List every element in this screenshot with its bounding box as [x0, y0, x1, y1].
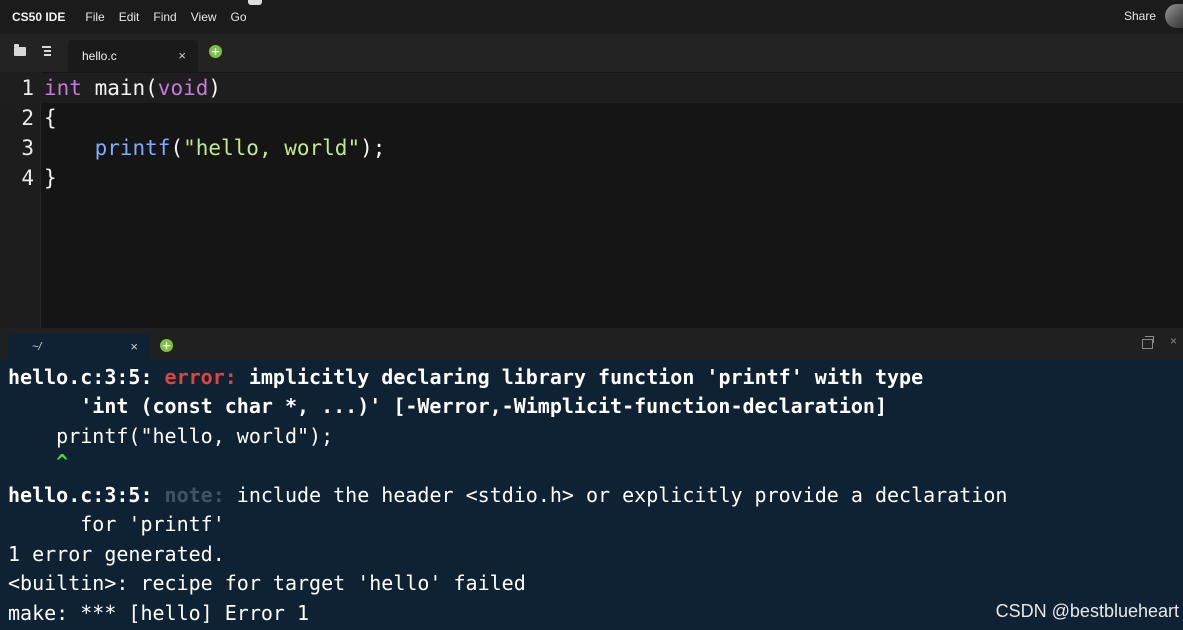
line-number: 1: [21, 76, 34, 100]
editor-tab-bar: hello.c × +: [0, 34, 1183, 72]
close-icon[interactable]: ×: [178, 48, 186, 63]
code-line[interactable]: 2{: [0, 103, 1183, 133]
menu-edit[interactable]: Edit: [119, 10, 140, 24]
terminal-line: for 'printf': [8, 512, 225, 536]
app-title: CS50 IDE: [12, 10, 66, 24]
line-number: 4: [21, 166, 34, 190]
code-line[interactable]: 1 int main(void): [0, 73, 1183, 103]
menu-bar: CS50 IDE File Edit Find View Go Share: [0, 0, 1183, 34]
code-text: {: [44, 106, 57, 130]
code-text: }: [44, 166, 57, 190]
add-terminal-icon[interactable]: +: [160, 339, 173, 352]
code-text: printf("hello, world");: [94, 136, 386, 160]
menu-go[interactable]: Go: [231, 10, 247, 24]
restore-icon[interactable]: [1142, 336, 1154, 349]
folder-icon[interactable]: [14, 44, 26, 56]
terminal-tab-bar: ~/ × + ×: [0, 328, 1183, 360]
ide-window: CS50 IDE File Edit Find View Go Share he…: [0, 0, 1183, 630]
close-icon[interactable]: ×: [130, 339, 138, 354]
menu-find[interactable]: Find: [153, 10, 176, 24]
terminal-line: 'int (const char *, ...)' [-Werror,-Wimp…: [8, 394, 887, 418]
terminal-line: <builtin>: recipe for target 'hello' fai…: [8, 571, 526, 595]
terminal-line: hello.c:3:5: error: implicitly declaring…: [8, 365, 924, 389]
code-line[interactable]: 3 printf("hello, world");: [0, 133, 1183, 163]
menu-view[interactable]: View: [191, 10, 217, 24]
terminal-line: 1 error generated.: [8, 542, 225, 566]
line-number: 3: [21, 136, 34, 160]
menu-file[interactable]: File: [85, 10, 104, 24]
menu-indicator: [248, 0, 262, 5]
line-number: 2: [21, 106, 34, 130]
terminal-line: ^: [8, 450, 69, 474]
terminal-line: make: *** [hello] Error 1: [8, 601, 310, 625]
code-text: int main(void): [44, 76, 222, 100]
close-panel-icon[interactable]: ×: [1170, 334, 1177, 348]
avatar[interactable]: [1165, 4, 1183, 28]
code-line[interactable]: 4}: [0, 163, 1183, 193]
share-button[interactable]: Share: [1124, 9, 1156, 23]
add-tab-icon[interactable]: +: [209, 45, 222, 58]
tab-terminal[interactable]: ~/ ×: [8, 334, 150, 360]
tab-label: ~/: [32, 341, 42, 353]
terminal-output[interactable]: hello.c:3:5: error: implicitly declaring…: [0, 360, 1183, 630]
terminal-line: printf("hello, world");: [8, 424, 334, 448]
tab-label: hello.c: [82, 49, 117, 63]
terminal-line: hello.c:3:5: note: include the header <s…: [8, 483, 1008, 507]
code-editor[interactable]: 1 int main(void) 2{3 printf("hello, world"…: [0, 72, 1183, 328]
outline-icon[interactable]: [40, 45, 52, 57]
tab-hello-c[interactable]: hello.c ×: [68, 40, 198, 72]
watermark: CSDN @bestblueheart: [995, 601, 1179, 621]
